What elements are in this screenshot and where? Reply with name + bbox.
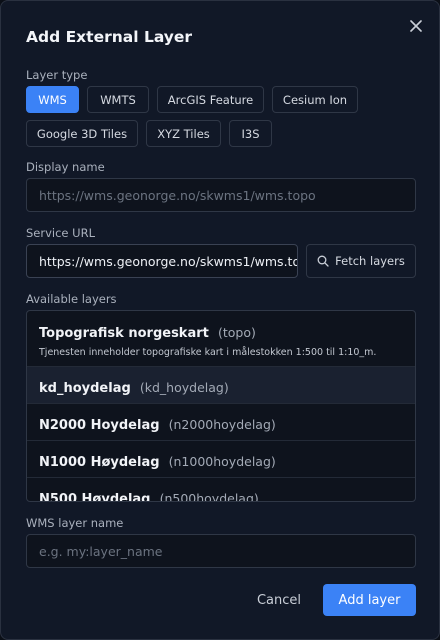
layer-type-wmts[interactable]: WMTS — [87, 86, 149, 113]
layer-name: N1000 Høydelag — [39, 455, 160, 470]
layer-type-label: Layer type — [26, 68, 88, 82]
fetch-layers-label: Fetch layers — [335, 254, 405, 268]
layer-id: (n2000hoydelag) — [168, 417, 276, 432]
layer-type-google-3d-tiles[interactable]: Google 3D Tiles — [26, 120, 138, 147]
layer-name: N2000 Hoydelag — [39, 418, 160, 433]
service-url-label: Service URL — [26, 226, 95, 240]
wms-layer-name-placeholder: e.g. my:layer_name — [39, 543, 163, 559]
display-name-placeholder: https://wms.geonorge.no/skwms1/wms.topo — [39, 187, 316, 203]
available-layers-list[interactable]: Topografisk norgeskart (topo) Tjenesten … — [26, 310, 416, 502]
cancel-button[interactable]: Cancel — [251, 585, 307, 615]
layer-type-arcgis-feature[interactable]: ArcGIS Feature — [157, 86, 264, 113]
layer-item-n2000hoydelag[interactable]: N2000 Hoydelag (n2000hoydelag) — [27, 404, 415, 441]
wms-layer-name-label: WMS layer name — [26, 516, 124, 530]
service-url-value: https://wms.geonorge.no/skwms1/wms.topo — [39, 253, 298, 269]
layer-item-n1000hoydelag[interactable]: N1000 Høydelag (n1000hoydelag) — [27, 441, 415, 478]
layer-type-xyz-tiles[interactable]: XYZ Tiles — [146, 120, 221, 147]
display-name-input[interactable]: https://wms.geonorge.no/skwms1/wms.topo — [26, 178, 416, 212]
layer-id: (n1000hoydelag) — [168, 454, 276, 469]
display-name-label: Display name — [26, 160, 105, 174]
close-button[interactable] — [403, 13, 429, 39]
layer-id: (kd_hoydelag) — [139, 380, 229, 395]
wms-layer-name-input[interactable]: e.g. my:layer_name — [26, 534, 416, 568]
layer-name: kd_hoydelag — [39, 381, 131, 396]
layer-type-i3s[interactable]: I3S — [229, 120, 272, 147]
layer-type-cesium-ion[interactable]: Cesium Ion — [272, 86, 358, 113]
dialog-title: Add External Layer — [26, 28, 193, 46]
fetch-layers-button[interactable]: Fetch layers — [306, 244, 416, 278]
available-layers-label: Available layers — [26, 292, 117, 306]
close-icon — [410, 20, 422, 32]
layer-type-wms[interactable]: WMS — [26, 86, 79, 113]
add-layer-button[interactable]: Add layer — [323, 584, 416, 616]
service-url-input[interactable]: https://wms.geonorge.no/skwms1/wms.topo — [26, 244, 298, 278]
layer-item-kd-hoydelag[interactable]: kd_hoydelag (kd_hoydelag) — [27, 367, 415, 404]
add-external-layer-dialog: Add External Layer Layer type WMS WMTS A… — [0, 0, 440, 640]
layer-description: Tjenesten inneholder topografiske kart i… — [39, 347, 377, 358]
search-icon — [317, 255, 329, 267]
layer-item-topo[interactable]: Topografisk norgeskart (topo) Tjenesten … — [27, 311, 415, 367]
layer-id: (n500hoydelag) — [159, 491, 259, 502]
layer-name: Topografisk norgeskart — [39, 326, 209, 341]
layer-id: (topo) — [217, 325, 256, 340]
layer-item-n500hoydelag[interactable]: N500 Høydelag (n500hoydelag) — [27, 478, 415, 502]
layer-name: N500 Høydelag — [39, 492, 151, 502]
